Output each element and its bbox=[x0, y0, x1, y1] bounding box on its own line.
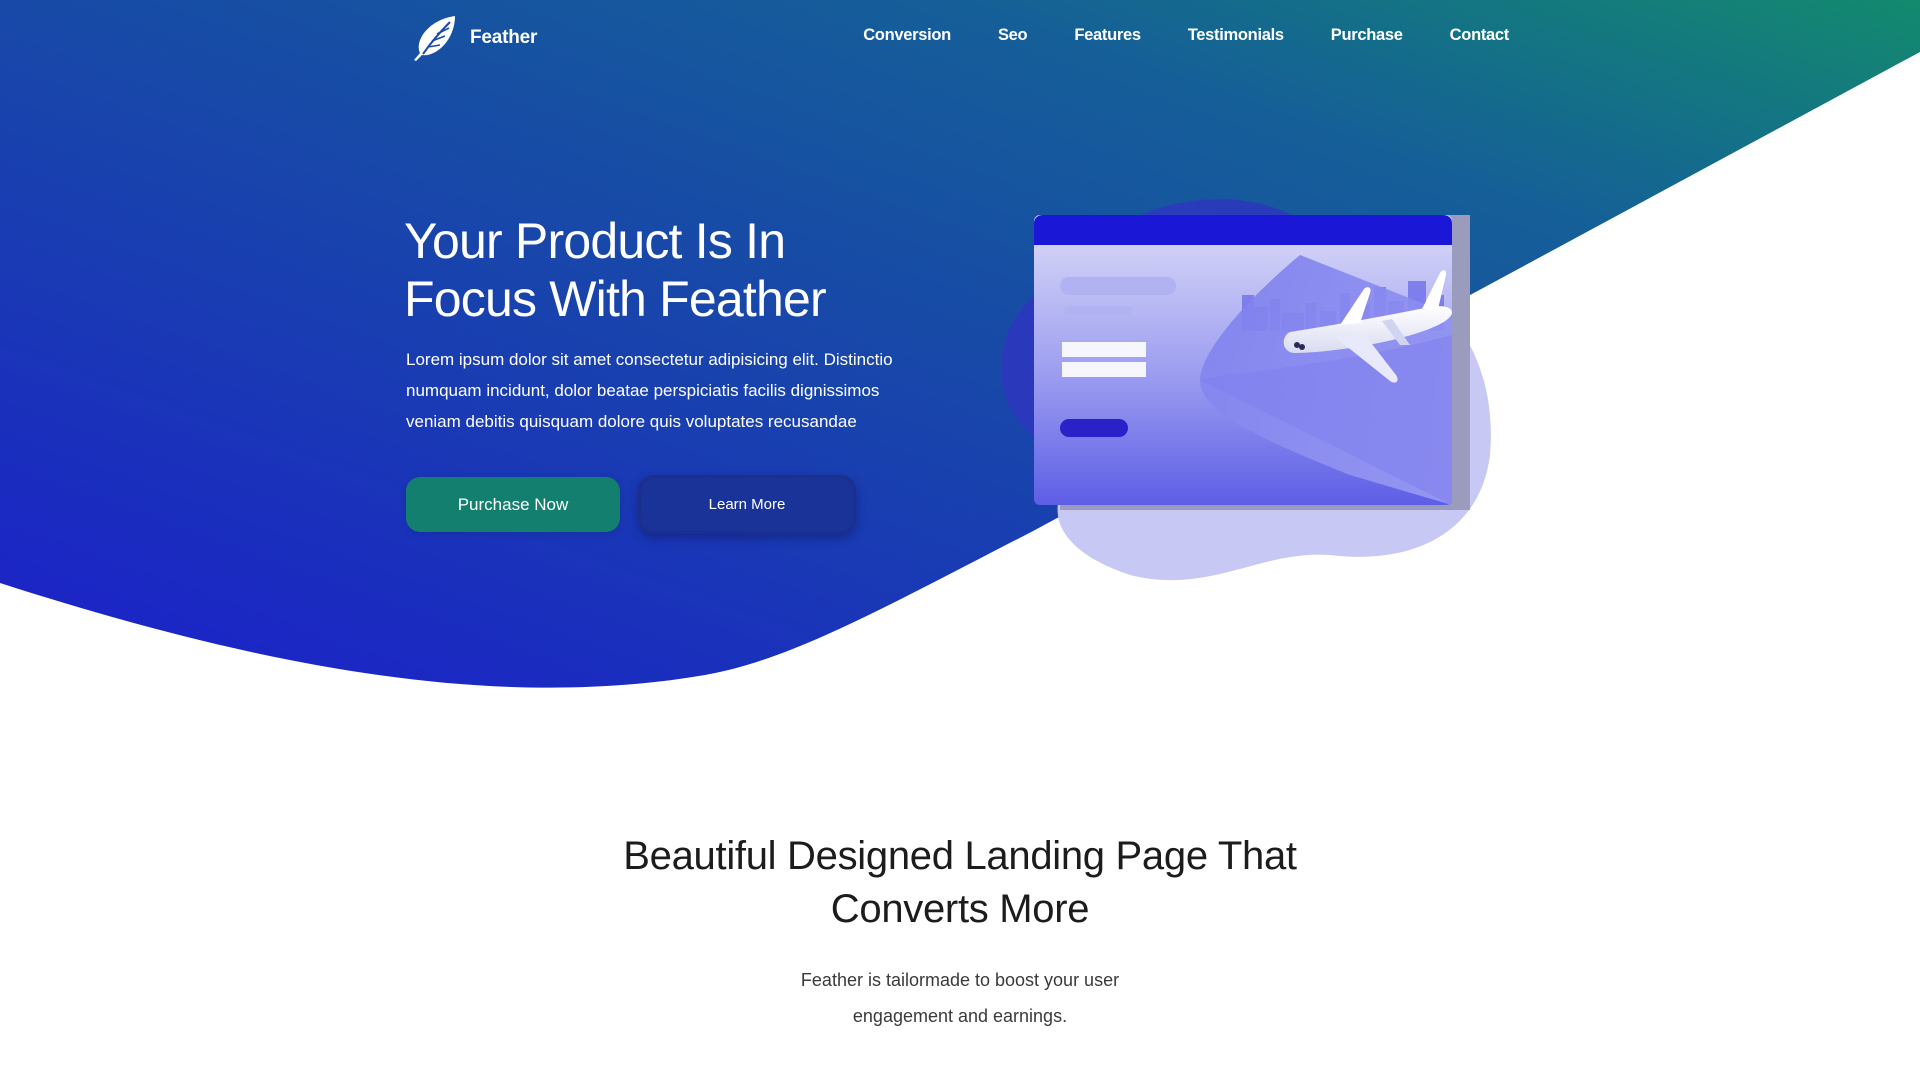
airplane-browser-illustration bbox=[1001, 199, 1491, 581]
purchase-now-button[interactable]: Purchase Now bbox=[406, 477, 620, 532]
features-intro-title: Beautiful Designed Landing Page That Con… bbox=[623, 834, 1297, 931]
learn-more-button[interactable]: Learn More bbox=[638, 475, 856, 534]
nav-link-testimonials[interactable]: Testimonials bbox=[1188, 26, 1284, 45]
nav-link-purchase[interactable]: Purchase bbox=[1331, 26, 1403, 45]
features-intro-section: Beautiful Designed Landing Page That Con… bbox=[0, 830, 1920, 1034]
hero-section: Your Product Is In Focus With Feather Lo… bbox=[404, 212, 924, 534]
nav-link-features[interactable]: Features bbox=[1074, 26, 1141, 45]
hero-description: Lorem ipsum dolor sit amet consectetur a… bbox=[406, 350, 893, 431]
hero-title: Your Product Is In Focus With Feather bbox=[404, 213, 827, 327]
nav-link-contact[interactable]: Contact bbox=[1450, 26, 1510, 45]
brand-name: Feather bbox=[470, 27, 538, 48]
nav-link-seo[interactable]: Seo bbox=[998, 26, 1028, 45]
features-intro-description: Feather is tailormade to boost your user… bbox=[800, 970, 1120, 1026]
main-nav: Conversion Seo Features Testimonials Pur… bbox=[863, 26, 1509, 45]
hero-buttons: Purchase Now Learn More bbox=[404, 475, 924, 534]
navbar: Feather Conversion Seo Features Testimon… bbox=[0, 0, 1920, 76]
feather-icon bbox=[414, 16, 455, 61]
hero-background bbox=[0, 0, 1920, 688]
brand-logo[interactable]: Feather bbox=[410, 14, 537, 62]
nav-link-conversion[interactable]: Conversion bbox=[863, 26, 951, 45]
